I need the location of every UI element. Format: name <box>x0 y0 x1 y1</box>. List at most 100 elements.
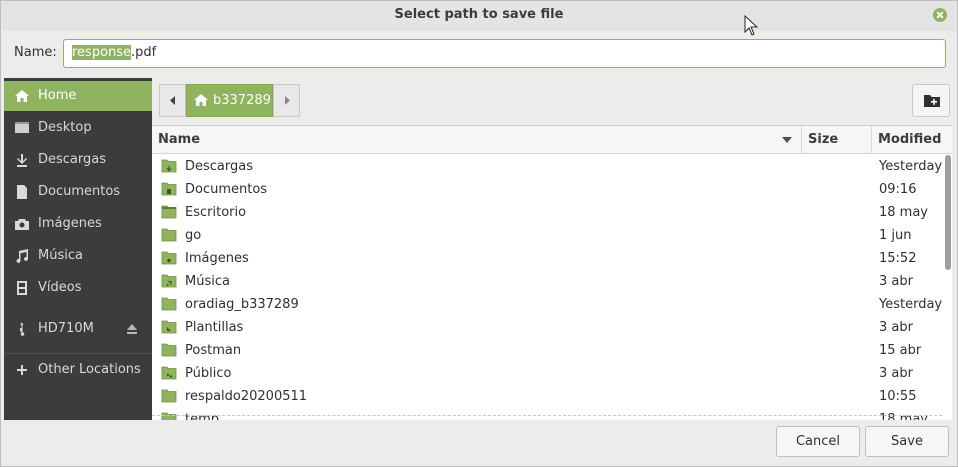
eject-icon[interactable] <box>126 323 138 335</box>
music-icon <box>16 249 28 263</box>
sidebar-item-label: Home <box>38 88 77 103</box>
sidebar-item-descargas[interactable]: Descargas <box>4 145 152 175</box>
sidebar-item-videos[interactable]: Vídeos <box>4 273 152 303</box>
name-row: Name: response.pdf <box>1 31 957 77</box>
file-modified: 18 may <box>879 205 928 220</box>
path-forward-button[interactable] <box>273 84 300 117</box>
sidebar-item-documentos[interactable]: Documentos <box>4 177 152 207</box>
file-row[interactable]: Documentos 09:16 <box>152 178 952 201</box>
folder-music-icon <box>161 274 177 288</box>
folder-icon <box>161 297 177 311</box>
create-folder-button[interactable] <box>912 84 950 117</box>
cancel-button[interactable]: Cancel <box>776 426 860 457</box>
usb-icon <box>20 322 25 336</box>
column-header-size[interactable]: Size <box>802 126 872 154</box>
file-modified: 15 abr <box>879 343 922 358</box>
file-name: temp <box>185 412 220 420</box>
sidebar-item-home[interactable]: Home <box>4 81 152 111</box>
file-modified: Yesterday <box>879 297 943 312</box>
filename-input[interactable]: response.pdf <box>63 39 946 68</box>
sidebar-item-label: Música <box>38 248 83 263</box>
home-icon <box>194 94 208 106</box>
path-crumb-label: b337289 <box>213 93 271 108</box>
sort-descending-icon <box>782 137 792 143</box>
sidebar-separator <box>4 353 152 354</box>
close-button[interactable] <box>933 8 947 22</box>
camera-icon <box>15 219 29 230</box>
file-row[interactable]: go 1 jun <box>152 224 952 247</box>
file-row[interactable]: Música 3 abr <box>152 270 952 293</box>
file-list[interactable]: Name Size Modified Descargas Yesterday Doc… <box>152 125 952 420</box>
folder-icon <box>161 389 177 403</box>
title-bar[interactable]: Select path to save file <box>1 1 957 31</box>
file-name: Música <box>185 274 230 289</box>
file-modified: 3 abr <box>879 366 913 381</box>
new-folder-icon <box>924 95 940 107</box>
column-header-name[interactable]: Name <box>152 126 802 154</box>
file-modified: 3 abr <box>879 320 913 335</box>
action-bar: Cancel Save <box>1 420 957 466</box>
folder-icon <box>161 228 177 242</box>
path-back-button[interactable] <box>159 84 186 117</box>
dialog-title: Select path to save file <box>394 7 564 22</box>
filename-extension: .pdf <box>131 45 157 60</box>
file-modified: 10:55 <box>879 389 917 404</box>
file-modified: 18 may <box>879 412 928 420</box>
file-name: respaldo20200511 <box>185 389 308 404</box>
file-modified: 09:16 <box>879 182 917 197</box>
file-name: Público <box>185 366 232 381</box>
vertical-scrollbar[interactable] <box>945 155 951 270</box>
file-row[interactable]: Descargas Yesterday <box>152 155 952 178</box>
column-header-modified[interactable]: Modified <box>872 126 952 154</box>
path-crumb-home[interactable]: b337289 <box>186 84 273 117</box>
sidebar-item-other-locations[interactable]: Other Locations <box>4 355 152 385</box>
document-icon <box>17 185 27 199</box>
folder-desktop-icon <box>161 205 177 219</box>
drop-indicator <box>152 415 942 416</box>
file-row[interactable]: Plantillas 3 abr <box>152 316 952 339</box>
folder-templates-icon <box>161 320 177 334</box>
sidebar-item-label: Imágenes <box>38 216 102 231</box>
save-button[interactable]: Save <box>865 426 949 457</box>
file-modified: 1 jun <box>879 228 912 243</box>
file-row[interactable]: temp 18 may <box>152 408 952 420</box>
chevron-left-icon <box>170 96 175 105</box>
file-modified: Yesterday <box>879 159 943 174</box>
folder-pictures-icon <box>161 251 177 265</box>
file-row[interactable]: Imágenes 15:52 <box>152 247 952 270</box>
sidebar-item-label: HD710M <box>38 321 94 336</box>
file-name: go <box>185 228 202 243</box>
sidebar-item-desktop[interactable]: Desktop <box>4 113 152 143</box>
plus-icon <box>17 365 27 375</box>
sidebar-item-musica[interactable]: Música <box>4 241 152 271</box>
file-row[interactable]: Público 3 abr <box>152 362 952 385</box>
file-list-header: Name Size Modified <box>152 126 952 154</box>
file-name: oradiag_b337289 <box>185 297 299 312</box>
sidebar-item-label: Vídeos <box>38 280 82 295</box>
file-name: Plantillas <box>185 320 244 335</box>
file-modified: 15:52 <box>879 251 917 266</box>
chevron-right-icon <box>285 96 290 105</box>
sidebar-item-label: Descargas <box>38 152 107 167</box>
folder-public-icon <box>161 366 177 380</box>
file-modified: 3 abr <box>879 274 913 289</box>
sidebar-item-imagenes[interactable]: Imágenes <box>4 209 152 239</box>
file-row[interactable]: respaldo20200511 10:55 <box>152 385 952 408</box>
name-label: Name: <box>14 45 57 60</box>
folder-documents-icon <box>161 182 177 196</box>
sidebar-item-hd710m[interactable]: HD710M <box>4 314 152 344</box>
file-row[interactable]: oradiag_b337289 Yesterday <box>152 293 952 316</box>
home-icon <box>15 90 29 102</box>
file-row[interactable]: Postman 15 abr <box>152 339 952 362</box>
sidebar-item-label: Documentos <box>38 184 121 199</box>
download-icon <box>17 154 27 167</box>
folder-icon <box>161 343 177 357</box>
save-file-dialog: Select path to save file Name: response.… <box>0 0 958 467</box>
file-name: Postman <box>185 343 242 358</box>
file-name: Descargas <box>185 159 254 174</box>
desktop-icon <box>15 122 29 133</box>
folder-download-icon <box>161 159 177 173</box>
places-sidebar: Home Desktop Descargas Documentos Imágen… <box>4 78 152 420</box>
film-icon <box>17 281 27 295</box>
file-row[interactable]: Escritorio 18 may <box>152 201 952 224</box>
